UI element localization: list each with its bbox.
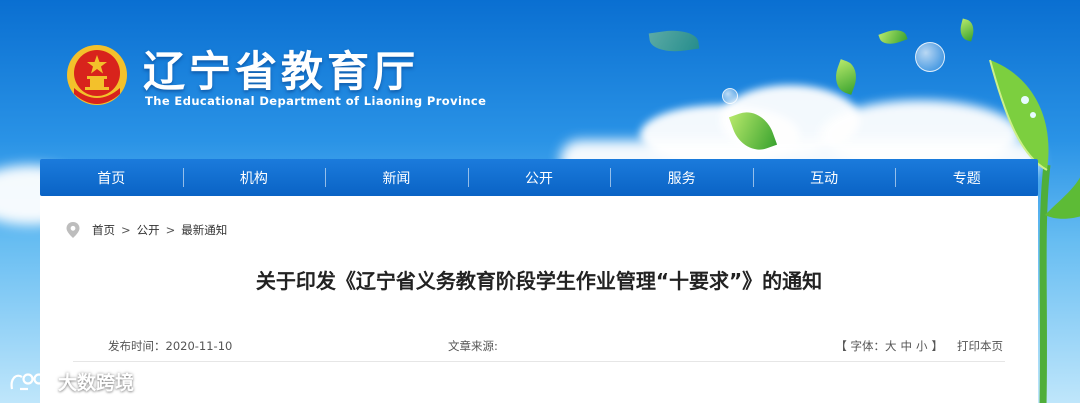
watermark-text: 大数跨境 bbox=[58, 372, 135, 394]
font-size-small-button[interactable]: 小 bbox=[916, 338, 928, 354]
print-page-button[interactable]: 打印本页 bbox=[957, 338, 1003, 354]
bubble-decoration bbox=[722, 88, 738, 104]
leaf-decoration bbox=[830, 59, 862, 95]
national-emblem-icon bbox=[67, 45, 127, 105]
breadcrumb: 首页 > 公开 > 最新通知 bbox=[66, 222, 227, 238]
nav-item-interaction[interactable]: 互动 bbox=[752, 159, 896, 196]
watermark: 大数跨境 bbox=[8, 368, 134, 395]
font-close: 】 bbox=[931, 339, 944, 353]
site-title: 辽宁省教育厅 bbox=[143, 47, 420, 96]
nav-item-home[interactable]: 首页 bbox=[40, 159, 183, 196]
nav-item-news[interactable]: 新闻 bbox=[325, 159, 468, 196]
location-pin-icon bbox=[66, 222, 80, 238]
font-size-large-button[interactable]: 大 bbox=[885, 338, 897, 354]
leaf-decoration bbox=[957, 18, 977, 42]
breadcrumb-separator: > bbox=[165, 223, 176, 237]
nav-item-organization[interactable]: 机构 bbox=[182, 159, 326, 196]
font-label: 【 字体： bbox=[835, 339, 885, 353]
site-subtitle: The Educational Department of Liaoning P… bbox=[145, 94, 487, 108]
nav-item-public[interactable]: 公开 bbox=[467, 159, 611, 196]
nav-item-topics[interactable]: 专题 bbox=[895, 159, 1038, 196]
leaf-decoration bbox=[648, 26, 700, 56]
divider bbox=[73, 361, 1005, 362]
article-meta: 发布时间：2020-11-10 文章来源: 【 字体： 大 中 小 】 打印本页 bbox=[108, 338, 1003, 354]
publish-date: 2020-11-10 bbox=[165, 339, 233, 353]
nav-item-services[interactable]: 服务 bbox=[610, 159, 753, 196]
watermark-logo-icon bbox=[10, 372, 45, 390]
font-size-medium-button[interactable]: 中 bbox=[901, 338, 913, 354]
breadcrumb-home[interactable]: 首页 bbox=[92, 222, 115, 238]
breadcrumb-latest-notices[interactable]: 最新通知 bbox=[181, 222, 227, 238]
breadcrumb-separator: > bbox=[121, 223, 131, 237]
main-nav: 首页 机构 新闻 公开 服务 互动 专题 bbox=[40, 159, 1038, 196]
publish-info: 发布时间：2020-11-10 bbox=[108, 338, 232, 354]
font-size-controls: 【 字体： 大 中 小 】 打印本页 bbox=[835, 338, 1003, 354]
breadcrumb-public[interactable]: 公开 bbox=[137, 222, 160, 238]
bubble-decoration bbox=[915, 42, 945, 72]
source-label: 文章来源: bbox=[448, 339, 498, 353]
leaf-decoration bbox=[878, 25, 908, 49]
article-panel: 首页 > 公开 > 最新通知 关于印发《辽宁省义务教育阶段学生作业管理“十要求”… bbox=[40, 196, 1038, 403]
article-title: 关于印发《辽宁省义务教育阶段学生作业管理“十要求”》的通知 bbox=[255, 269, 823, 293]
publish-label: 发布时间： bbox=[108, 339, 166, 353]
